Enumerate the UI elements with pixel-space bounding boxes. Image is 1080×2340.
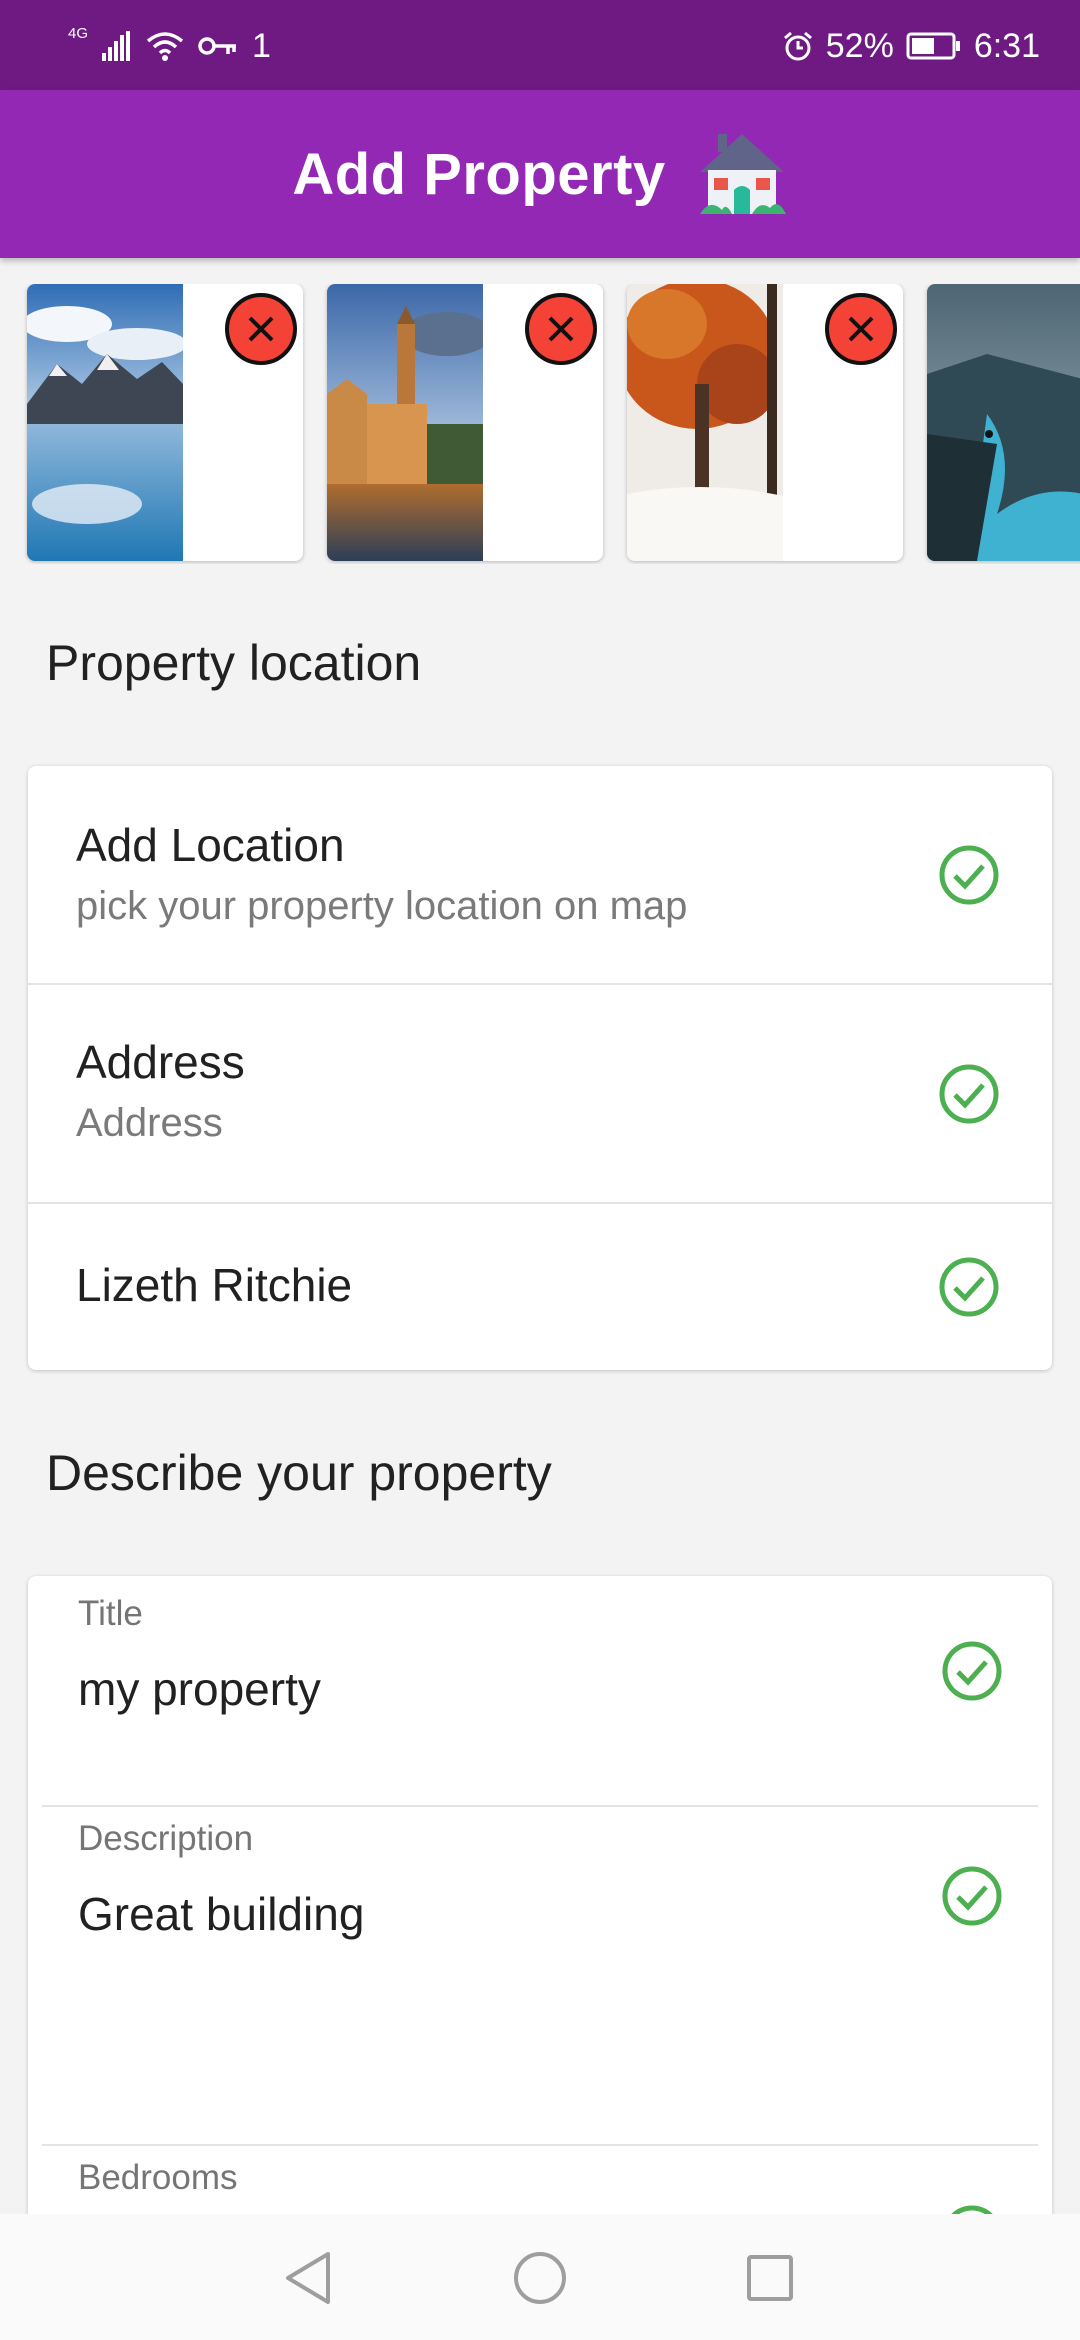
remove-photo-button[interactable] bbox=[525, 293, 597, 365]
add-location-title: Add Location bbox=[76, 819, 345, 871]
check-icon bbox=[942, 1866, 1002, 1926]
property-location-heading: Property location bbox=[46, 635, 422, 691]
status-left: 4G 1 bbox=[68, 24, 271, 68]
home-circle-icon bbox=[514, 2252, 566, 2304]
check-icon bbox=[942, 1641, 1002, 1701]
describe-card: Title my property Description Great buil… bbox=[28, 1576, 1052, 2276]
recents-square-icon bbox=[747, 2255, 793, 2301]
address-subtitle: Address bbox=[76, 1101, 223, 1145]
add-location-subtitle: pick your property location on map bbox=[76, 884, 688, 928]
description-field[interactable]: Description Great building bbox=[28, 1807, 1052, 2145]
photo-card[interactable] bbox=[627, 284, 903, 561]
title-field[interactable]: Title my property bbox=[28, 1576, 1052, 1806]
check-icon bbox=[939, 1064, 999, 1124]
photo-card[interactable] bbox=[927, 284, 1080, 561]
check-icon bbox=[939, 845, 999, 905]
owner-name: Lizeth Ritchie bbox=[76, 1259, 353, 1311]
close-icon bbox=[548, 316, 574, 342]
close-icon bbox=[248, 316, 274, 342]
house-icon bbox=[699, 134, 786, 214]
add-location-row[interactable]: Add Location pick your property location… bbox=[28, 766, 1052, 984]
autumn-tree-photo bbox=[627, 284, 783, 561]
network-type-label: 4G bbox=[68, 25, 89, 42]
photo-card[interactable] bbox=[27, 284, 303, 561]
system-nav-bar bbox=[0, 2214, 1080, 2340]
status-right: 52% 6:31 bbox=[782, 24, 1040, 68]
vpn-key-icon bbox=[198, 37, 237, 55]
check-icon bbox=[939, 1257, 999, 1317]
photo-card[interactable] bbox=[327, 284, 603, 561]
close-icon bbox=[848, 316, 874, 342]
battery-icon bbox=[906, 32, 960, 60]
wifi-icon bbox=[146, 32, 184, 61]
app-bar: Add Property bbox=[0, 90, 1080, 258]
canal-town-photo bbox=[327, 284, 483, 561]
title-value[interactable]: my property bbox=[78, 1662, 321, 1716]
alarm-icon bbox=[783, 31, 812, 61]
describe-property-heading: Describe your property bbox=[46, 1445, 552, 1501]
mountain-lake-photo bbox=[27, 284, 183, 561]
owner-row[interactable]: Lizeth Ritchie bbox=[28, 1204, 1052, 1370]
title-label: Title bbox=[78, 1594, 143, 1633]
address-row[interactable]: Address Address bbox=[28, 985, 1052, 1203]
remove-photo-button[interactable] bbox=[225, 293, 297, 365]
battery-percent: 52% bbox=[825, 26, 894, 65]
description-value[interactable]: Great building bbox=[78, 1887, 364, 1941]
back-triangle-icon bbox=[286, 2252, 330, 2304]
fjord-cliff-photo bbox=[927, 284, 1080, 561]
home-button[interactable] bbox=[508, 2246, 572, 2310]
bedrooms-label: Bedrooms bbox=[78, 2158, 238, 2197]
address-title: Address bbox=[76, 1036, 245, 1088]
page-title: Add Property bbox=[292, 141, 666, 207]
description-label: Description bbox=[78, 1819, 254, 1858]
location-card: Add Location pick your property location… bbox=[28, 766, 1052, 1370]
photo-strip[interactable] bbox=[0, 284, 1080, 564]
remove-photo-button[interactable] bbox=[825, 293, 897, 365]
back-button[interactable] bbox=[276, 2246, 340, 2310]
clock: 6:31 bbox=[973, 26, 1040, 65]
notification-count: 1 bbox=[252, 27, 271, 65]
recents-button[interactable] bbox=[738, 2246, 802, 2310]
status-bar: 4G 1 52% 6:31 bbox=[0, 0, 1080, 90]
signal-icon bbox=[102, 31, 131, 61]
